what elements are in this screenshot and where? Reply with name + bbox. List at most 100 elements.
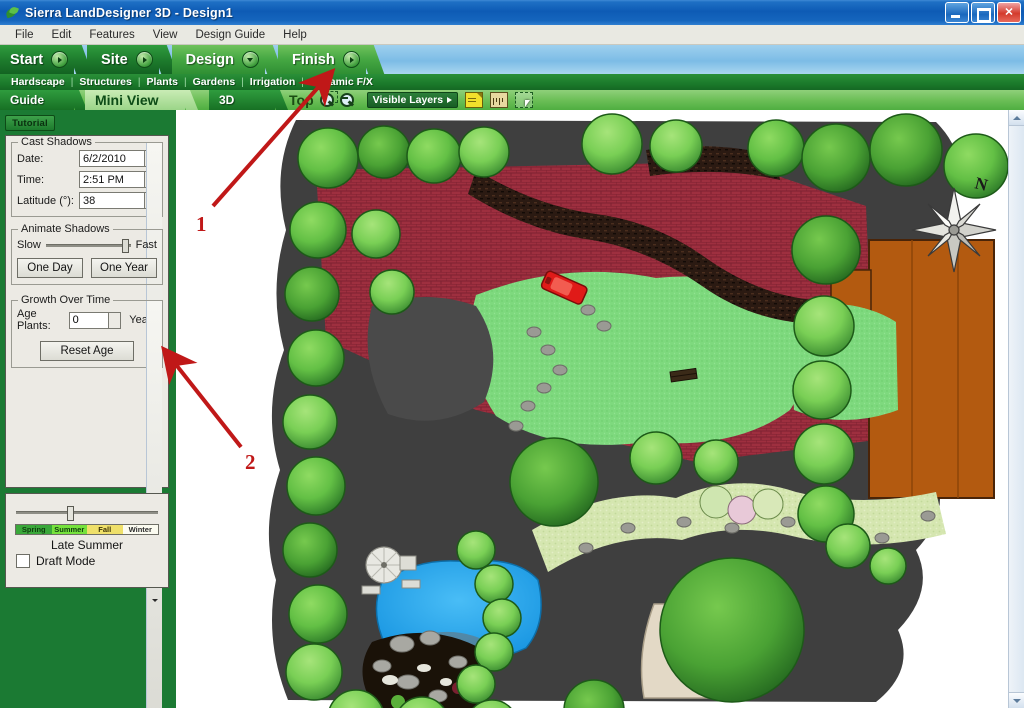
minimize-button[interactable] xyxy=(945,2,969,23)
reset-age-row: Reset Age xyxy=(17,341,157,361)
latitude-stepper[interactable] xyxy=(144,143,162,708)
date-input[interactable]: 6/2/2010 xyxy=(79,150,144,167)
season-slider[interactable] xyxy=(16,506,158,521)
animate-buttons: One Day One Year xyxy=(17,258,157,278)
draft-mode-checkbox[interactable] xyxy=(16,554,30,568)
tab-guide-label: Guide xyxy=(10,93,45,107)
annotation-number-1: 1 xyxy=(196,212,207,236)
draft-mode-row[interactable]: Draft Mode xyxy=(16,554,168,568)
animation-speed-row: Slow Fast xyxy=(17,239,157,253)
tab-mini-view-label: Mini View xyxy=(95,92,159,108)
tab-start[interactable]: Start xyxy=(0,45,93,74)
age-plants-input[interactable]: 0 xyxy=(68,311,109,329)
play-icon[interactable] xyxy=(135,51,153,68)
title-bar: Sierra LandDesigner 3D - Design1 ✕ xyxy=(0,0,1024,26)
tab-3d[interactable]: 3D xyxy=(209,90,289,110)
season-band-winter[interactable]: Winter xyxy=(122,525,158,534)
canvas-scrollbar[interactable] xyxy=(1008,110,1024,708)
menu-item-edit[interactable]: Edit xyxy=(43,27,81,43)
visible-layers-button[interactable]: Visible Layers xyxy=(366,92,459,108)
tab-finish[interactable]: Finish xyxy=(277,45,384,74)
season-band-fall[interactable]: Fall xyxy=(87,525,123,534)
season-bands[interactable]: Spring Summer Fall Winter xyxy=(15,524,159,535)
one-day-button[interactable]: One Day xyxy=(17,258,83,278)
subnav-item-plants[interactable]: Plants xyxy=(140,76,184,88)
zoom-out-icon[interactable] xyxy=(339,92,356,109)
select-icon[interactable] xyxy=(515,92,534,108)
tab-design-label: Design xyxy=(185,51,234,68)
tab-3d-label: 3D xyxy=(219,93,235,107)
tab-mini-view[interactable]: Mini View xyxy=(85,90,199,110)
notes-icon[interactable] xyxy=(465,92,484,108)
animate-shadows-group: Animate Shadows Slow Fast One Day One Ye… xyxy=(11,223,163,285)
application-window: Sierra LandDesigner 3D - Design1 ✕ File … xyxy=(0,0,1024,708)
tab-design[interactable]: Design xyxy=(171,45,284,74)
menu-item-help[interactable]: Help xyxy=(274,27,316,43)
age-plants-stepper[interactable] xyxy=(108,301,162,708)
view-mode-label[interactable]: Top xyxy=(289,92,314,108)
animation-speed-slider[interactable] xyxy=(45,239,131,253)
slow-label: Slow xyxy=(17,239,41,251)
season-band-summer[interactable]: Summer xyxy=(51,525,87,534)
scroll-down-button[interactable] xyxy=(1009,692,1024,708)
animate-shadows-legend: Animate Shadows xyxy=(18,223,113,235)
leaf-icon xyxy=(4,5,20,21)
subnav-item-hardscape[interactable]: Hardscape xyxy=(5,76,71,88)
zoom-in-icon[interactable] xyxy=(319,90,338,109)
scroll-up-button[interactable] xyxy=(1009,110,1024,126)
fast-label: Fast xyxy=(135,239,157,251)
design-canvas[interactable]: N xyxy=(176,110,1024,708)
reset-age-button[interactable]: Reset Age xyxy=(40,341,134,361)
date-label: Date: xyxy=(17,152,44,165)
current-season-label: Late Summer xyxy=(50,538,124,552)
latitude-input[interactable]: 38 xyxy=(79,192,144,209)
menu-bar: File Edit Features View Design Guide Hel… xyxy=(0,25,1024,45)
landscape-plan[interactable]: N xyxy=(176,110,1009,708)
main-tabs: Start Site Design Finish xyxy=(0,45,384,74)
subnav-item-dynamic-fx[interactable]: Dynamic F/X xyxy=(304,76,379,88)
tab-guide[interactable]: Guide xyxy=(0,90,88,110)
menu-item-view[interactable]: View xyxy=(144,27,187,43)
tool-bar: Guide Mini View 3D Top Visible Layers xyxy=(0,90,1024,110)
navigation-bar: Start Site Design Finish Design Guide xyxy=(0,45,1024,110)
subnav-item-irrigation[interactable]: Irrigation xyxy=(244,76,302,88)
play-icon[interactable] xyxy=(342,51,360,68)
subnav-item-gardens[interactable]: Gardens xyxy=(187,76,242,88)
age-plants-label: Age Plants: xyxy=(17,308,51,332)
time-label: Time: xyxy=(17,173,45,186)
growth-over-time-legend: Growth Over Time xyxy=(18,294,114,306)
visible-layers-label: Visible Layers xyxy=(372,94,444,106)
shadow-growth-panel: Cast Shadows Date: 6/2/2010 Time: 2:51 P… xyxy=(5,135,169,708)
chevron-down-icon[interactable] xyxy=(241,51,259,68)
menu-item-features[interactable]: Features xyxy=(80,27,143,43)
menu-item-file[interactable]: File xyxy=(6,27,43,43)
menu-item-design-guide[interactable]: Design Guide xyxy=(186,27,274,43)
close-button[interactable]: ✕ xyxy=(997,2,1021,23)
tab-site-label: Site xyxy=(101,51,128,68)
one-year-button[interactable]: One Year xyxy=(91,258,157,278)
latitude-label: Latitude (°): xyxy=(17,194,74,207)
play-icon[interactable] xyxy=(51,51,69,68)
season-band-spring[interactable]: Spring xyxy=(16,525,52,534)
age-plants-row: Age Plants: 0 Years xyxy=(17,301,162,708)
tab-finish-label: Finish xyxy=(291,51,335,68)
subnav-item-structures[interactable]: Structures xyxy=(73,76,138,88)
tutorial-button[interactable]: Tutorial xyxy=(5,115,55,131)
cast-shadows-legend: Cast Shadows xyxy=(18,136,95,148)
time-row: Time: 2:51 PM xyxy=(17,143,162,708)
season-panel: Spring Summer Fall Winter Late Summer Dr… xyxy=(5,493,169,588)
chevron-right-icon xyxy=(447,97,453,103)
left-panel: Tutorial Cast Shadows Date: 6/2/2010 Tim… xyxy=(0,110,176,708)
annotation-number-2: 2 xyxy=(245,450,256,474)
growth-over-time-group: Growth Over Time Age Plants: 0 Years Res… xyxy=(11,294,163,708)
window-title: Sierra LandDesigner 3D - Design1 xyxy=(25,5,233,20)
latitude-row: Latitude (°): 38 xyxy=(17,143,162,708)
ruler-icon[interactable] xyxy=(490,92,509,108)
sub-navigation: Hardscape | Structures | Plants | Garden… xyxy=(0,74,1024,90)
date-row: Date: 6/2/2010 xyxy=(17,143,162,708)
window-controls: ✕ xyxy=(945,2,1021,23)
time-input[interactable]: 2:51 PM xyxy=(79,171,144,188)
draft-mode-label: Draft Mode xyxy=(36,554,96,568)
restore-button[interactable] xyxy=(971,2,995,23)
tab-site[interactable]: Site xyxy=(87,45,177,74)
